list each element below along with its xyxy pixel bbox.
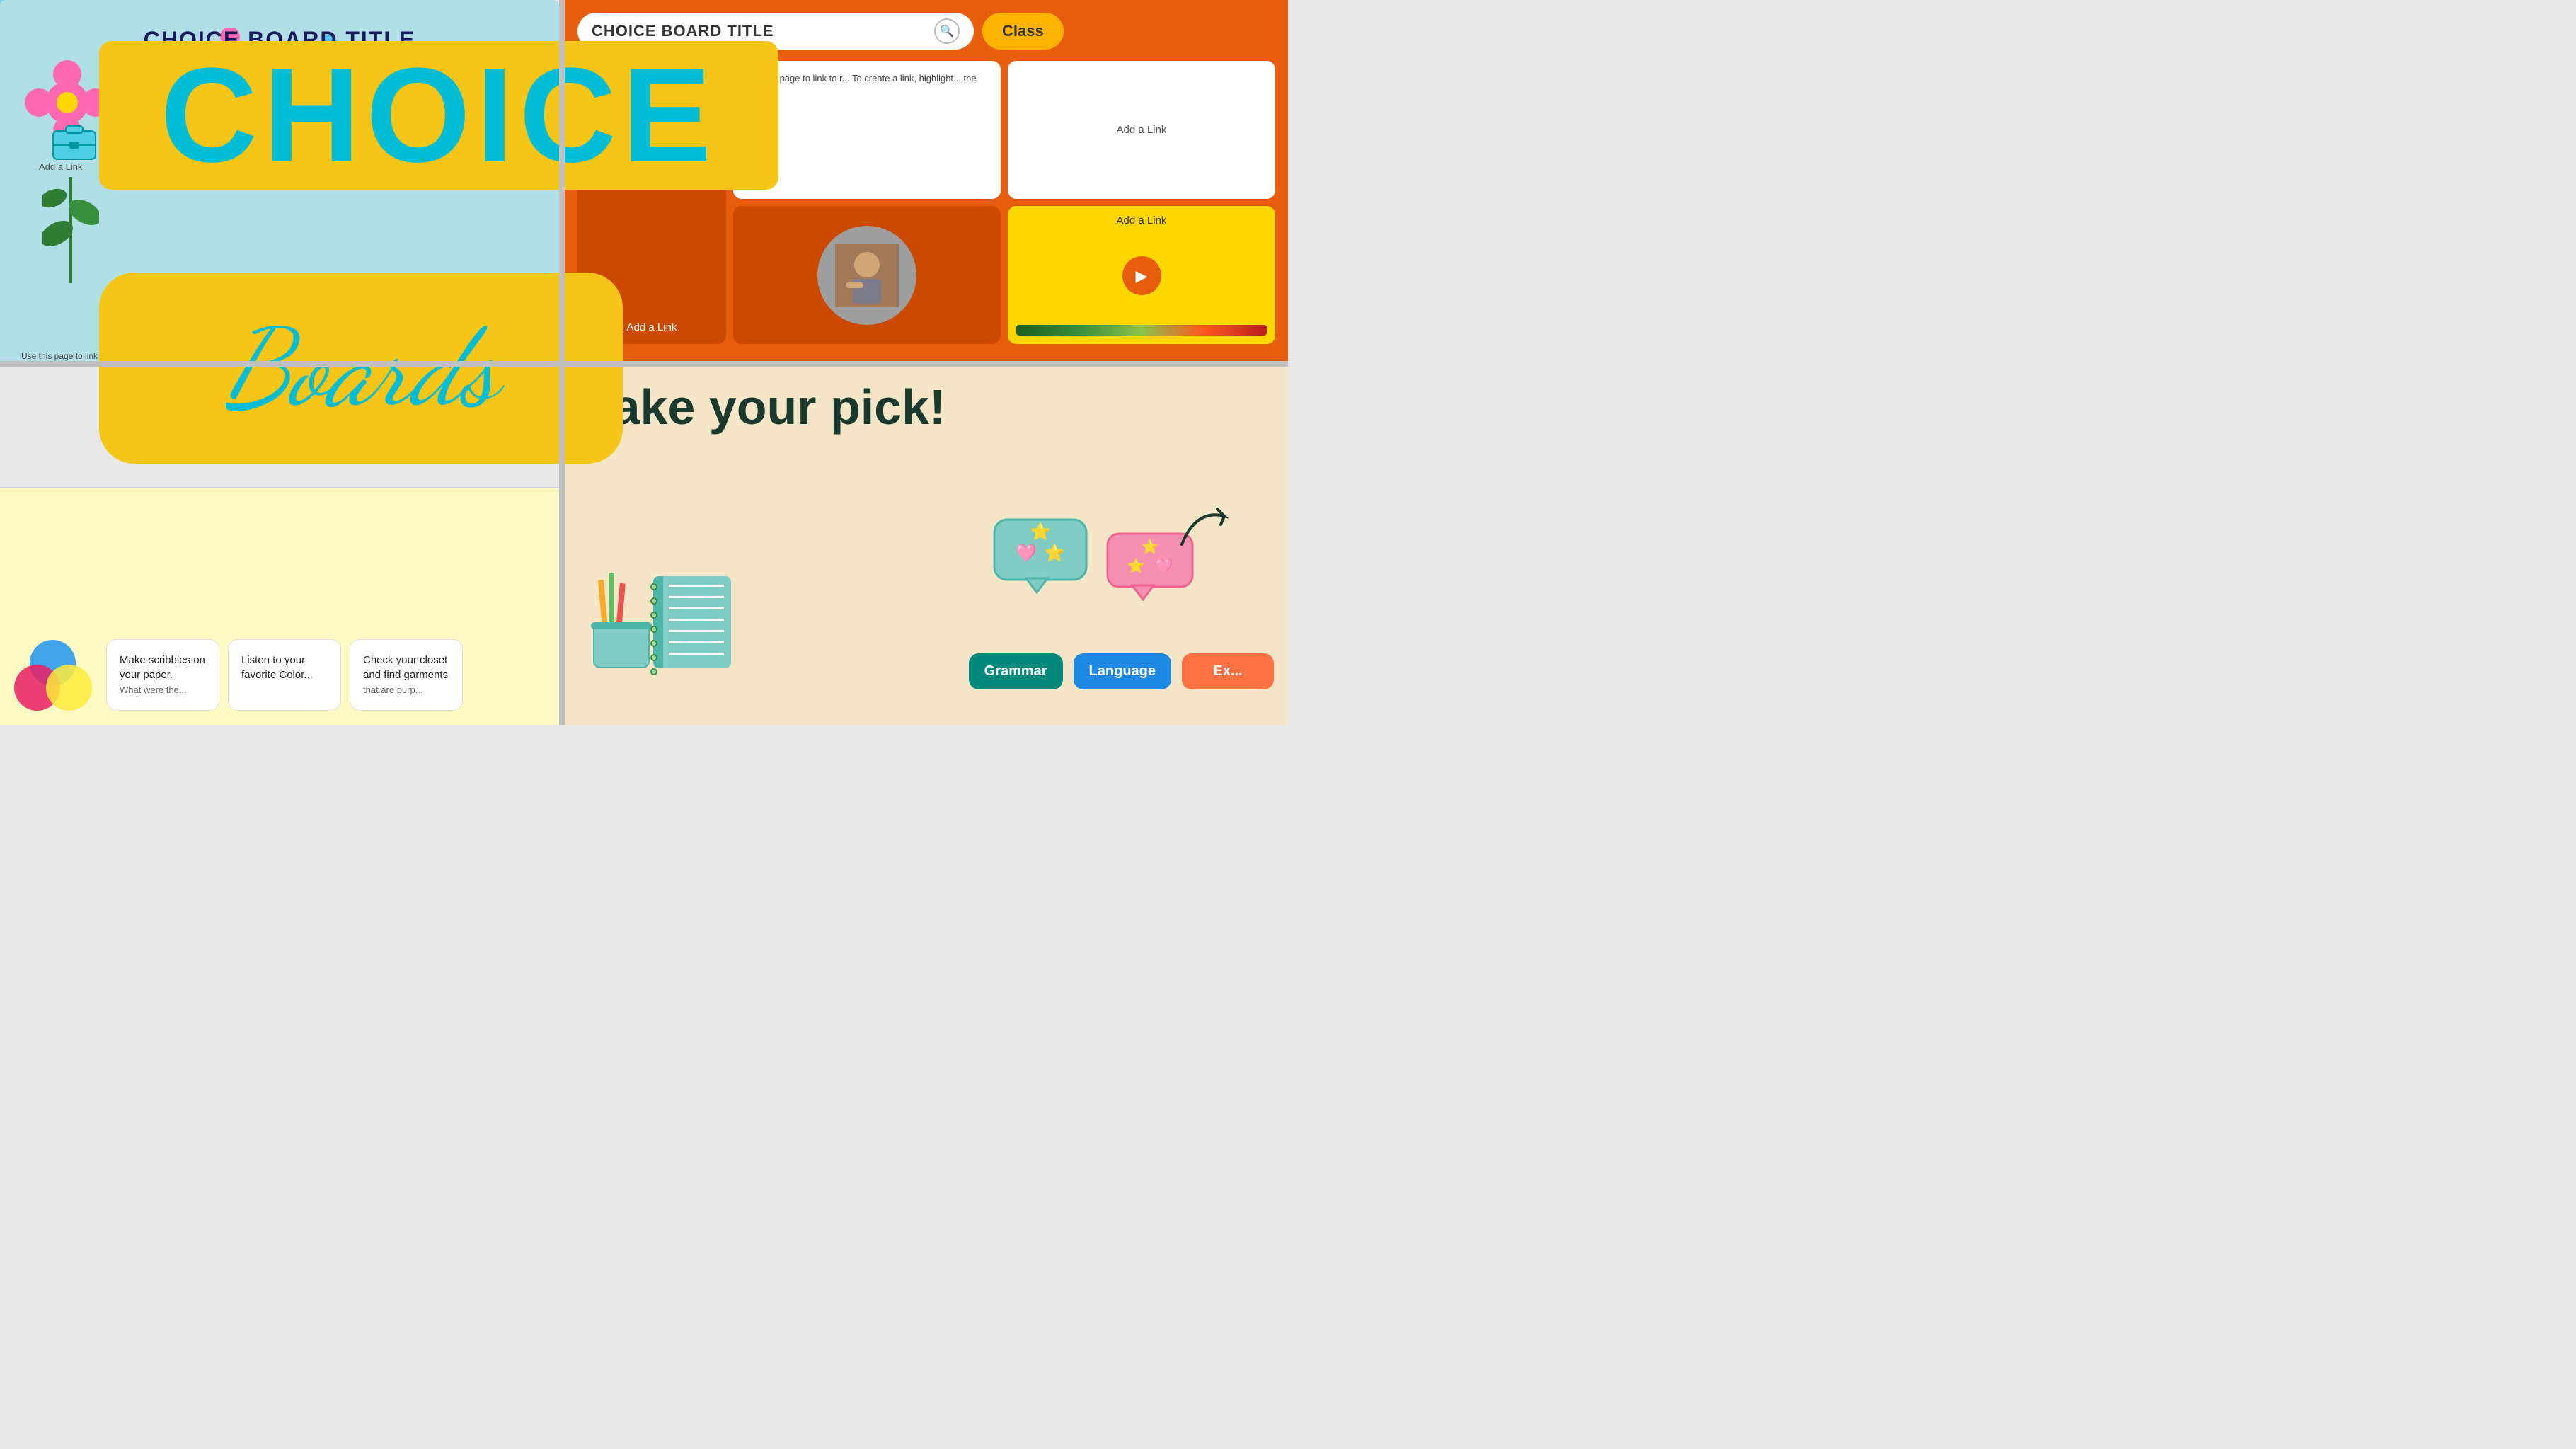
notebook-lines [669,585,724,587]
choice-banner: CHOICE [99,41,778,190]
card-scribbles-sub: What were the... [120,685,187,695]
cup-body [593,626,650,668]
speech-bubble-teal: ⭐ 🩷 ⭐ [991,516,1090,597]
text-cards-row: Make scribbles on your paper. What were … [106,639,463,711]
color-stripe [1016,325,1267,336]
subject-buttons: Grammar Language Ex... [969,653,1274,689]
color-logo [14,640,92,711]
svg-text:⭐: ⭐ [1142,538,1159,555]
card-closet-sub: that are purp... [363,685,423,695]
circle-yellow-logo [46,665,92,711]
main-container: Add a Link CHOICE BOARD TITLE Class Name… [0,0,1288,725]
notebook [653,576,731,668]
add-link-yellow[interactable]: Add a Link [1117,214,1167,227]
add-link-card-1[interactable]: Add a Link [1008,61,1275,199]
play-button[interactable]: ▶ [1122,256,1161,295]
notebook-spiral [650,583,657,675]
card-scribbles: Make scribbles on your paper. What were … [106,639,219,711]
slide-bottomright: Take your pick! [565,361,1288,725]
choice-text: CHOICE [161,48,718,183]
boards-banner: Boards [99,273,623,464]
pencil-2 [609,573,614,629]
card-listen: Listen to your favorite Color... [228,639,341,711]
card-closet-text: Check your closet and find garments [363,654,448,681]
svg-text:⭐: ⭐ [1127,557,1145,574]
stationery-group [593,576,731,668]
svg-text:⭐: ⭐ [1030,522,1051,542]
svg-text:⭐: ⭐ [1044,543,1065,563]
search-bar-text: CHOICE BOARD TITLE [592,22,774,40]
person-card[interactable] [733,206,1001,344]
card-listen-text: Listen to your favorite Color... [241,654,313,681]
add-link-laptop[interactable]: Add a Link [627,321,677,333]
person-photo [817,226,916,325]
cup-rim [591,622,652,629]
take-pick-title: Take your pick! [586,379,1267,435]
search-icon[interactable]: 🔍 [934,18,960,44]
add-link-text-1[interactable]: Add a Link [1117,124,1167,136]
add-link-topleft[interactable]: Add a Link [39,161,82,172]
class-badge[interactable]: Class [982,13,1064,50]
grammar-button[interactable]: Grammar [969,653,1063,689]
link-description-text: Use this page to link to r... To create … [744,73,977,98]
svg-text:🩷: 🩷 [1156,558,1173,574]
language-button[interactable]: Language [1074,653,1171,689]
card-scribbles-text: Make scribbles on your paper. [120,654,205,681]
briefcase-icon [46,113,103,166]
extra-button[interactable]: Ex... [1182,653,1274,689]
card-closet: Check your closet and find garments that… [350,639,463,711]
color-circles [14,640,92,711]
arrow-deco [1175,502,1246,562]
pencil-cup-container [593,597,650,668]
svg-text:🩷: 🩷 [1016,544,1037,563]
divider-horizontal [0,361,1288,367]
boards-text: Boards [224,304,498,432]
yellow-card-topright[interactable]: Add a Link ▶ [1008,206,1275,344]
